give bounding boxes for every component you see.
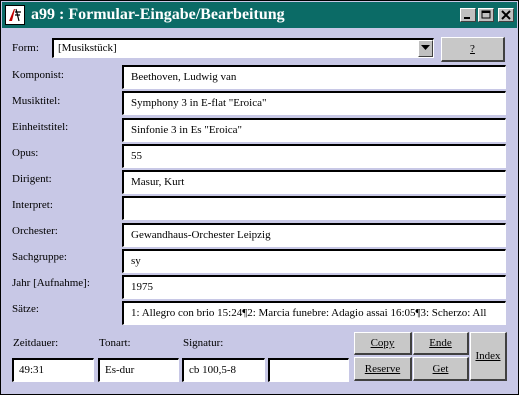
field-label-orchester: Orchester: xyxy=(12,225,58,237)
komponist-field[interactable]: Beethoven, Ludwig van xyxy=(122,65,506,89)
get-button[interactable]: Get xyxy=(413,357,469,381)
dropdown-button[interactable] xyxy=(418,40,433,57)
window-title: a99 : Formular-Eingabe/Bearbeitung xyxy=(31,6,285,23)
field-label-sachgruppe: Sachgruppe: xyxy=(12,251,67,263)
field-label-saetze: Sätze: xyxy=(12,303,39,315)
musiktitel-field[interactable]: Symphony 3 in E-flat "Eroica" xyxy=(122,91,506,115)
jahr-field[interactable]: 1975 xyxy=(122,275,506,299)
close-button[interactable] xyxy=(498,8,514,22)
extra-field[interactable] xyxy=(268,358,349,382)
tonart-field[interactable]: Es-dur xyxy=(98,358,179,382)
signatur-label: Signatur: xyxy=(183,337,224,349)
dirigent-field[interactable]: Masur, Kurt xyxy=(122,170,506,194)
field-label-interpret: Interpret: xyxy=(12,199,53,211)
help-button[interactable]: ? xyxy=(441,37,505,62)
minimize-icon xyxy=(464,17,470,19)
tonart-label: Tonart: xyxy=(99,337,131,349)
field-label-komponist: Komponist: xyxy=(12,69,64,81)
maximize-button[interactable] xyxy=(478,8,494,22)
close-icon xyxy=(501,10,511,20)
field-label-musiktitel: Musiktitel: xyxy=(12,95,61,107)
ende-button[interactable]: Ende xyxy=(413,332,469,355)
chevron-down-icon xyxy=(421,45,430,50)
orchester-field[interactable]: Gewandhaus-Orchester Leipzig xyxy=(122,223,506,247)
opus-field[interactable]: 55 xyxy=(122,144,506,168)
signatur-field[interactable]: cb 100,5-8 xyxy=(182,358,265,382)
saetze-field[interactable]: 1: Allegro con brio 15:24¶2: Marcia fune… xyxy=(122,301,506,325)
field-label-opus: Opus: xyxy=(12,147,39,159)
zeitdauer-label: Zeitdauer: xyxy=(13,337,59,349)
maximize-icon xyxy=(481,10,491,19)
form-window: a99 : Formular-Eingabe/Bearbeitung Form: xyxy=(0,0,519,395)
form-select-value: [Musikstück] xyxy=(58,42,117,54)
copy-button[interactable]: Copy xyxy=(354,332,412,355)
form-select[interactable]: [Musikstück] xyxy=(52,38,434,58)
form-label: Form: xyxy=(12,42,39,54)
interpret-field[interactable] xyxy=(122,196,506,220)
title-bar[interactable]: a99 : Formular-Eingabe/Bearbeitung xyxy=(2,2,517,28)
minimize-button[interactable] xyxy=(460,8,476,22)
app-icon[interactable] xyxy=(5,5,25,25)
index-button[interactable]: Index xyxy=(470,332,507,381)
field-label-jahr: Jahr [Aufnahme]: xyxy=(12,277,90,289)
sachgruppe-field[interactable]: sy xyxy=(122,249,506,273)
reserve-button[interactable]: Reserve xyxy=(354,357,412,381)
field-label-dirigent: Dirigent: xyxy=(12,173,52,185)
zeitdauer-field[interactable]: 49:31 xyxy=(12,358,94,382)
einheitstitel-field[interactable]: Sinfonie 3 in Es "Eroica" xyxy=(122,118,506,142)
field-label-einheitstitel: Einheitstitel: xyxy=(12,121,69,133)
